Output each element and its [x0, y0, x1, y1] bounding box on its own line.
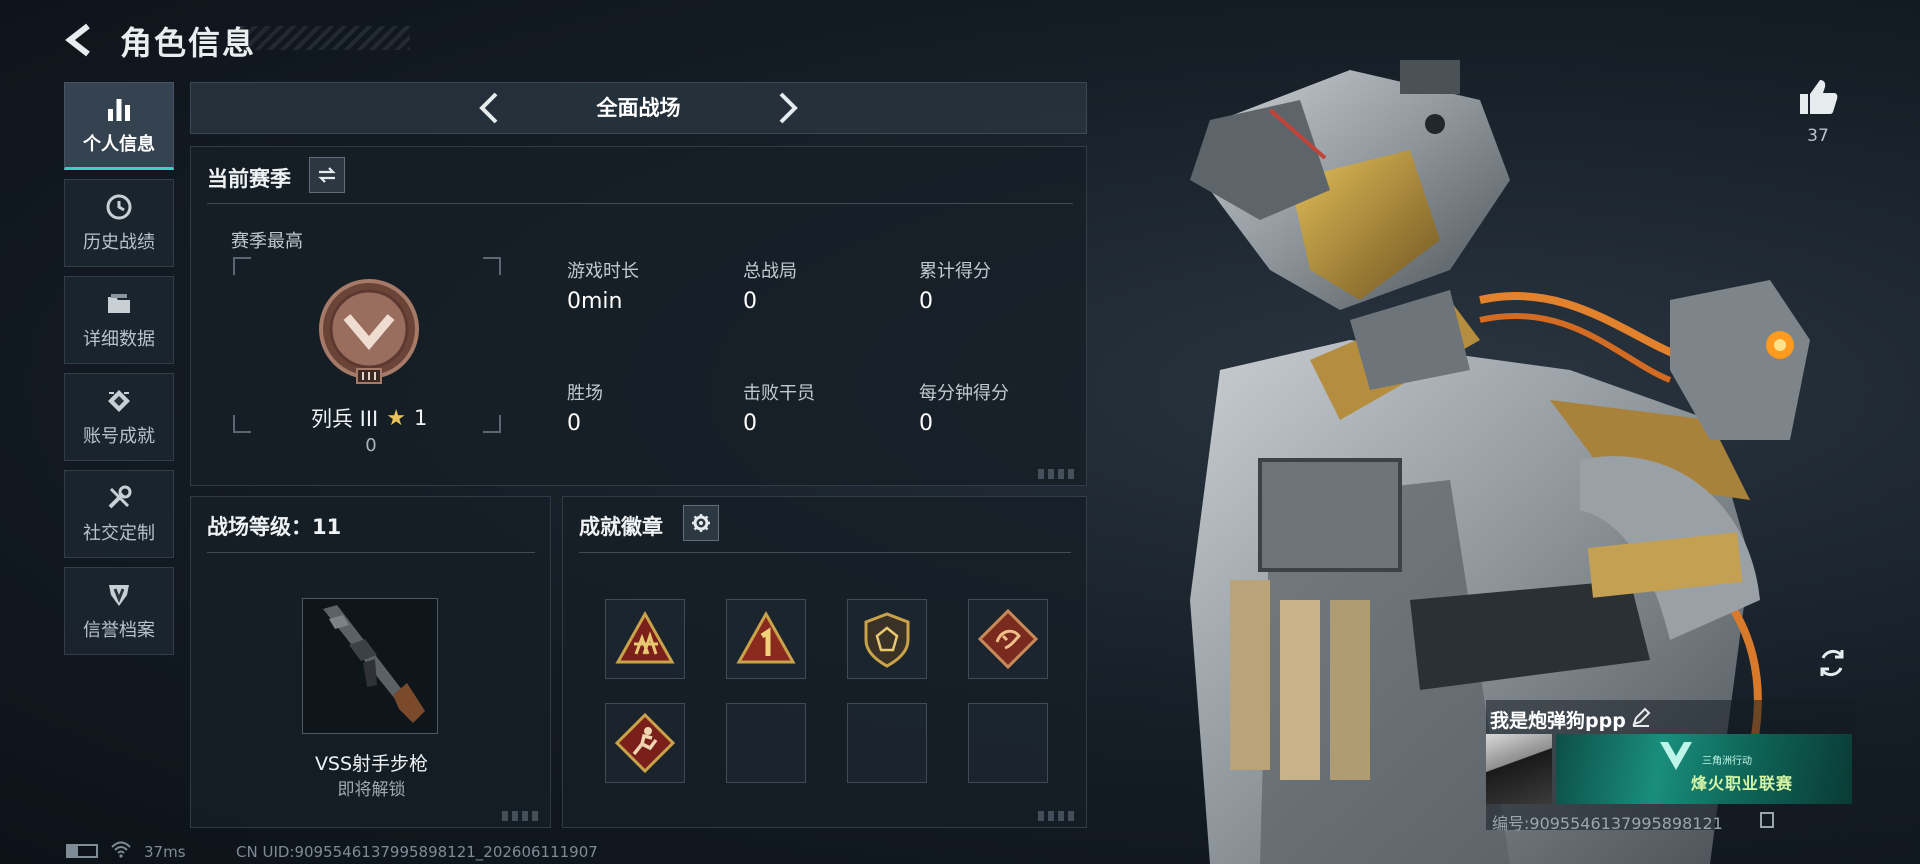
badge-slot-2[interactable] [726, 599, 806, 679]
weapon-reward-card[interactable] [302, 598, 438, 734]
copy-id-icon[interactable] [1760, 812, 1774, 828]
stat-value: 0 [919, 411, 933, 436]
player-id: 编号:9095546137995898121 [1492, 814, 1723, 833]
number-one-triangle-badge-icon [736, 610, 796, 664]
mode-next-button[interactable] [767, 88, 807, 128]
rifle-icon [323, 605, 425, 723]
sidebar-item-reputation[interactable]: 信誉档案 [64, 567, 174, 655]
divider [207, 203, 1073, 204]
season-title: 当前赛季 [207, 167, 291, 191]
stat-label: 每分钟得分 [919, 383, 1009, 404]
stat-value: 0 [919, 289, 933, 314]
sidebar-item-label: 社交定制 [83, 523, 155, 544]
stat-label: 累计得分 [919, 261, 991, 282]
sidebar-item-label: 详细数据 [83, 329, 155, 350]
soldiers-triangle-badge-icon [615, 610, 675, 664]
banner-subtitle: 三角洲行动 [1702, 756, 1752, 767]
corner-decoration [502, 811, 542, 821]
gear-icon [692, 514, 710, 532]
tools-icon [104, 483, 134, 513]
stat-label: 胜场 [567, 383, 603, 404]
dragon-diamond-badge-icon [977, 608, 1039, 670]
badge-slot-1[interactable] [605, 599, 685, 679]
chevron-right-icon [779, 92, 798, 124]
season-best-label: 赛季最高 [231, 231, 303, 252]
badges-title: 成就徽章 [579, 515, 663, 539]
title-decoration [240, 26, 410, 50]
rotate-view-button[interactable] [1815, 646, 1849, 680]
stat-label: 击败干员 [743, 383, 815, 404]
folder-icon [104, 289, 134, 319]
stat-value: 0min [567, 289, 623, 314]
chevron-left-icon [479, 92, 498, 124]
thumbs-up-icon [1800, 80, 1838, 114]
badge-slot-empty[interactable] [847, 703, 927, 783]
sidebar-item-achievements[interactable]: 账号成就 [64, 373, 174, 461]
divider [579, 552, 1071, 553]
achievement-emblem-icon [104, 386, 134, 416]
mode-title: 全面战场 [596, 96, 681, 120]
edit-name-button[interactable] [1630, 706, 1652, 728]
shield-emblem-icon [104, 580, 134, 610]
rank-stars: 1 [414, 406, 428, 430]
bar-chart-icon [104, 94, 134, 124]
star-icon: ★ [386, 405, 406, 431]
league-logo-icon [1660, 742, 1692, 770]
like-button[interactable] [1796, 76, 1840, 120]
sidebar-item-label: 个人信息 [83, 134, 155, 155]
player-name: 我是炮弹狗ppp [1490, 710, 1626, 732]
rank-emblem-icon [317, 279, 421, 391]
banner-title: 烽火职业联赛 [1691, 774, 1794, 793]
badge-slot-empty[interactable] [726, 703, 806, 783]
season-switch-button[interactable] [309, 157, 345, 193]
sidebar-item-social[interactable]: 社交定制 [64, 470, 174, 558]
stat-label: 游戏时长 [567, 261, 639, 282]
weapon-status: 即将解锁 [337, 780, 406, 800]
wifi-icon [110, 840, 132, 862]
profile-banner[interactable]: 三角洲行动 烽火职业联赛 [1556, 734, 1852, 804]
divider [207, 552, 535, 553]
rotate-icon [1820, 649, 1844, 677]
badge-slot-5[interactable] [605, 703, 685, 783]
sidebar-item-label: 历史战绩 [83, 232, 155, 253]
uid-text: CN UID:9095546137995898121_202606111907 [236, 843, 598, 861]
sidebar-item-personal-info[interactable]: 个人信息 [64, 82, 174, 170]
shield-emblem-badge-icon [864, 612, 910, 668]
history-clock-icon [104, 192, 134, 222]
rank-name: 列兵 III [311, 407, 379, 431]
corner-decoration [1038, 469, 1078, 479]
season-panel: 当前赛季 赛季最高 列兵 III ★ 1 0 游戏时长 0min 总战局 0 累… [190, 146, 1087, 486]
sidebar-item-label: 信誉档案 [83, 620, 155, 641]
achievement-badges-panel: 成就徽章 [562, 496, 1087, 828]
level-title: 战场等级：11 [207, 515, 342, 539]
runner-diamond-badge-icon [614, 712, 676, 774]
badge-slot-empty[interactable] [968, 703, 1048, 783]
swap-icon [318, 167, 336, 183]
mode-prev-button[interactable] [470, 88, 510, 128]
back-arrow-icon [65, 23, 90, 57]
stat-label: 总战局 [743, 261, 797, 282]
like-count: 37 [1807, 126, 1829, 146]
rank-line: 列兵 III ★ 1 [311, 403, 431, 433]
sidebar: 个人信息 历史战绩 详细数据 账号成就 社交定制 信誉档案 [64, 82, 174, 664]
sidebar-item-detailed-data[interactable]: 详细数据 [64, 276, 174, 364]
rank-points: 0 [365, 435, 377, 456]
stat-value: 0 [567, 411, 581, 436]
stat-value: 0 [743, 411, 757, 436]
sidebar-item-label: 账号成就 [83, 426, 155, 447]
weapon-name: VSS射手步枪 [314, 753, 429, 775]
badge-slot-4[interactable] [968, 599, 1048, 679]
corner-decoration [1038, 811, 1078, 821]
stat-value: 0 [743, 289, 757, 314]
avatar[interactable] [1486, 734, 1552, 804]
badge-settings-button[interactable] [683, 505, 719, 541]
battery-icon [66, 844, 98, 858]
back-button[interactable] [62, 20, 102, 60]
ping-text: 37ms [144, 843, 186, 861]
sidebar-item-history[interactable]: 历史战绩 [64, 179, 174, 267]
pencil-icon [1632, 707, 1651, 727]
badge-slot-3[interactable] [847, 599, 927, 679]
page-title: 角色信息 [120, 24, 257, 62]
